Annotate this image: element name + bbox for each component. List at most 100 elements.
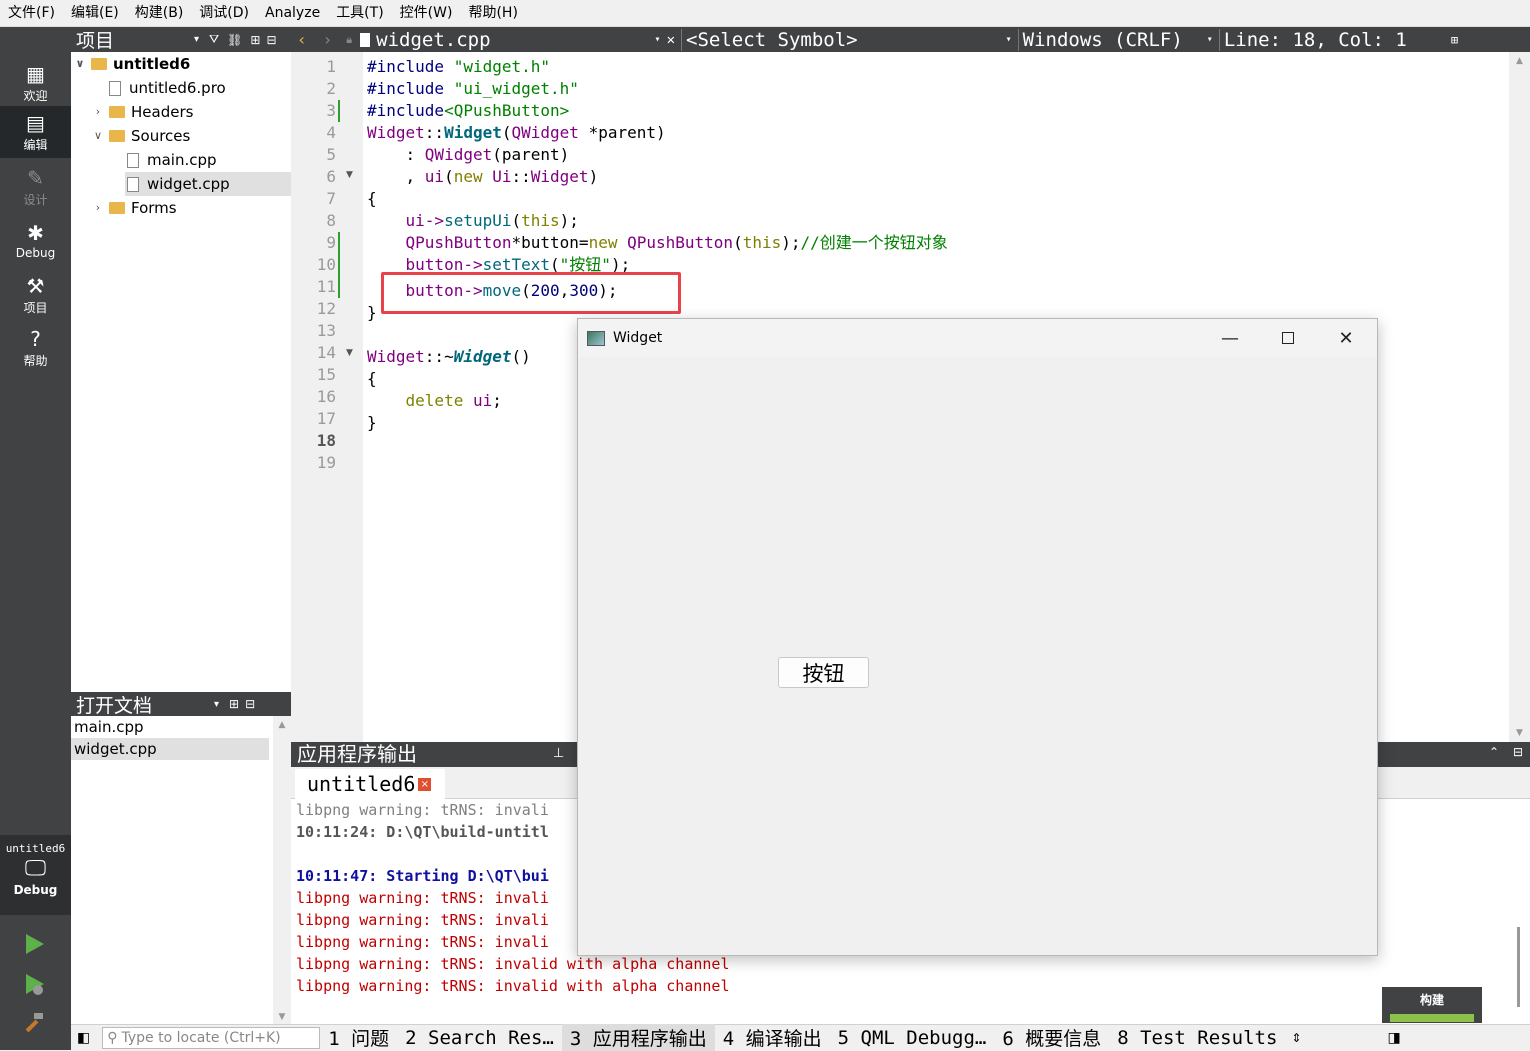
link-icon[interactable]: ⛓ <box>227 33 242 47</box>
mode-edit[interactable]: ▤ 编辑 <box>0 106 71 158</box>
chevron-down-icon[interactable]: ∨ <box>73 52 87 76</box>
tab-qml-debugger[interactable]: 5 QML Debugg… <box>830 1027 995 1049</box>
fold-icon[interactable]: ▼ <box>346 348 353 358</box>
tree-item-sources[interactable]: ∨ Sources <box>91 124 291 148</box>
output-scrollbar[interactable] <box>1517 927 1520 1007</box>
tree-item-main-cpp[interactable]: main.cpp <box>127 148 291 172</box>
tree-item-forms[interactable]: › Forms <box>91 196 291 220</box>
minimize-button[interactable]: — <box>1201 319 1259 357</box>
chevron-right-icon[interactable]: › <box>91 196 105 220</box>
app-window[interactable]: Widget — ✕ 按钮 <box>577 318 1378 956</box>
editor-scrollbar[interactable]: ▲ ▼ <box>1509 52 1530 742</box>
tab-general-messages[interactable]: 6 概要信息 <box>994 1024 1109 1051</box>
menu-build[interactable]: 构建(B) <box>127 0 192 27</box>
scroll-down-icon[interactable]: ▼ <box>273 1012 291 1022</box>
mode-projects[interactable]: ⚒ 项目 <box>0 269 71 321</box>
fold-icon[interactable]: ▼ <box>346 170 353 180</box>
locate-input[interactable]: ⚲ Type to locate (Ctrl+K) <box>102 1026 321 1049</box>
menu-analyze[interactable]: Analyze <box>257 0 328 27</box>
output-tab-untitled6[interactable]: untitled6 × <box>295 769 445 799</box>
split-icon[interactable]: ⊞ <box>250 33 260 47</box>
hammer-icon <box>25 1013 43 1033</box>
debug-run-button[interactable] <box>22 972 46 996</box>
tree-item-widget-cpp[interactable]: widget.cpp <box>125 172 291 196</box>
chevron-down-icon[interactable]: ▾ <box>1006 34 1012 45</box>
scroll-down-icon[interactable]: ▼ <box>1509 728 1530 738</box>
build-button[interactable] <box>22 1010 46 1034</box>
kit-selector[interactable]: untitled6 🖵 Debug <box>0 835 71 915</box>
split-icon[interactable]: ⊞ <box>229 697 239 711</box>
code-line: Widget::~Widget() <box>367 346 531 368</box>
preprocessor: #include <box>367 79 454 98</box>
tab-compile-output[interactable]: 4 编译输出 <box>715 1024 830 1051</box>
maximize-panel-icon[interactable]: ⌃ <box>1489 745 1499 759</box>
function-name: Widget <box>453 347 512 366</box>
chevron-down-icon[interactable]: ∨ <box>91 124 105 148</box>
more-tabs-icon[interactable]: ⇕ <box>1291 1031 1301 1045</box>
close-file-icon[interactable]: ✕ <box>667 32 675 48</box>
kit-project: untitled6 <box>5 842 66 855</box>
close-tab-icon[interactable]: × <box>418 777 432 791</box>
open-docs-scrollbar[interactable]: ▲ ▼ <box>273 716 291 1024</box>
tree-item-project[interactable]: ∨ untitled6 <box>73 52 291 76</box>
mode-design[interactable]: ✎ 设计 <box>0 161 71 213</box>
back-icon[interactable]: ‹ <box>297 30 307 49</box>
maximize-icon <box>1282 332 1294 344</box>
tree-label: widget.cpp <box>147 175 230 193</box>
build-progress[interactable]: 构建 <box>1382 987 1482 1023</box>
push-button[interactable]: 按钮 <box>778 657 869 688</box>
chevron-down-icon[interactable]: ▾ <box>1207 34 1213 45</box>
menu-edit[interactable]: 编辑(E) <box>63 0 127 27</box>
app-window-titlebar[interactable]: Widget — ✕ <box>578 319 1377 357</box>
close-panel-icon[interactable]: ⊟ <box>1513 745 1523 759</box>
toggle-output-icon[interactable]: ◨ <box>1387 1030 1400 1046</box>
tree-label: Sources <box>131 127 191 145</box>
line-number-gutter: 1 2 3 4 5 6 7 8 9 10 11 12 13 14 15 16 1… <box>291 52 363 742</box>
mode-welcome[interactable]: ▦ 欢迎 <box>0 57 71 109</box>
split-editor-icon[interactable]: ⊞ <box>1451 33 1458 47</box>
mode-help[interactable]: ? 帮助 <box>0 322 71 374</box>
close-panel-icon[interactable]: ⊟ <box>245 697 255 711</box>
code-line: : QWidget(parent) <box>367 144 570 166</box>
tab-search-results[interactable]: 2 Search Res… <box>397 1027 562 1049</box>
tab-issues[interactable]: 1 问题 <box>320 1024 397 1051</box>
mode-debug[interactable]: ✱ Debug <box>0 215 71 267</box>
type-name: Widget <box>367 347 425 366</box>
code-line: { <box>367 188 377 210</box>
tree-item-pro-file[interactable]: untitled6.pro <box>109 76 291 100</box>
open-doc-widget-cpp[interactable]: widget.cpp <box>71 738 269 760</box>
line-number: 14 <box>316 343 336 362</box>
forward-icon[interactable]: › <box>323 30 333 49</box>
symbol-selector[interactable]: <Select Symbol> <box>681 28 858 51</box>
attach-icon[interactable]: ⊥ <box>553 746 564 761</box>
maximize-button[interactable] <box>1259 319 1317 357</box>
line-ending-selector[interactable]: Windows (CRLF) <box>1017 28 1183 51</box>
tree-item-headers[interactable]: › Headers <box>91 100 291 124</box>
scroll-up-icon[interactable]: ▲ <box>273 720 291 730</box>
line-number: 6 <box>326 167 336 186</box>
tab-test-results[interactable]: 8 Test Results <box>1109 1027 1285 1049</box>
keyword: new <box>588 233 628 252</box>
cursor-position[interactable]: Line: 18, Col: 1 <box>1218 28 1407 51</box>
member-name: ui-> <box>367 211 445 230</box>
chevron-right-icon[interactable]: › <box>91 100 105 124</box>
toggle-sidebar-icon[interactable]: ◧ <box>77 1030 90 1046</box>
menu-file[interactable]: 文件(F) <box>0 0 63 27</box>
menu-tools[interactable]: 工具(T) <box>328 0 391 27</box>
chevron-down-icon[interactable]: ▾ <box>655 34 661 45</box>
close-button[interactable]: ✕ <box>1317 319 1375 357</box>
close-panel-icon[interactable]: ⊟ <box>266 33 276 47</box>
editor-file-name[interactable]: widget.cpp <box>376 29 490 51</box>
menu-controls[interactable]: 控件(W) <box>392 0 461 27</box>
menu-help[interactable]: 帮助(H) <box>460 0 525 27</box>
line-number: 16 <box>316 387 336 406</box>
line-number: 12 <box>316 299 336 318</box>
tab-app-output[interactable]: 3 应用程序输出 <box>561 1024 715 1051</box>
scroll-up-icon[interactable]: ▲ <box>1509 56 1530 66</box>
chevron-down-icon[interactable]: ▾ <box>194 34 199 45</box>
chevron-down-icon[interactable]: ▾ <box>214 699 219 710</box>
filter-icon[interactable]: ⛛ <box>209 32 219 47</box>
menu-debug[interactable]: 调试(D) <box>191 0 257 27</box>
run-button[interactable] <box>22 932 46 956</box>
open-doc-main-cpp[interactable]: main.cpp <box>71 716 269 738</box>
